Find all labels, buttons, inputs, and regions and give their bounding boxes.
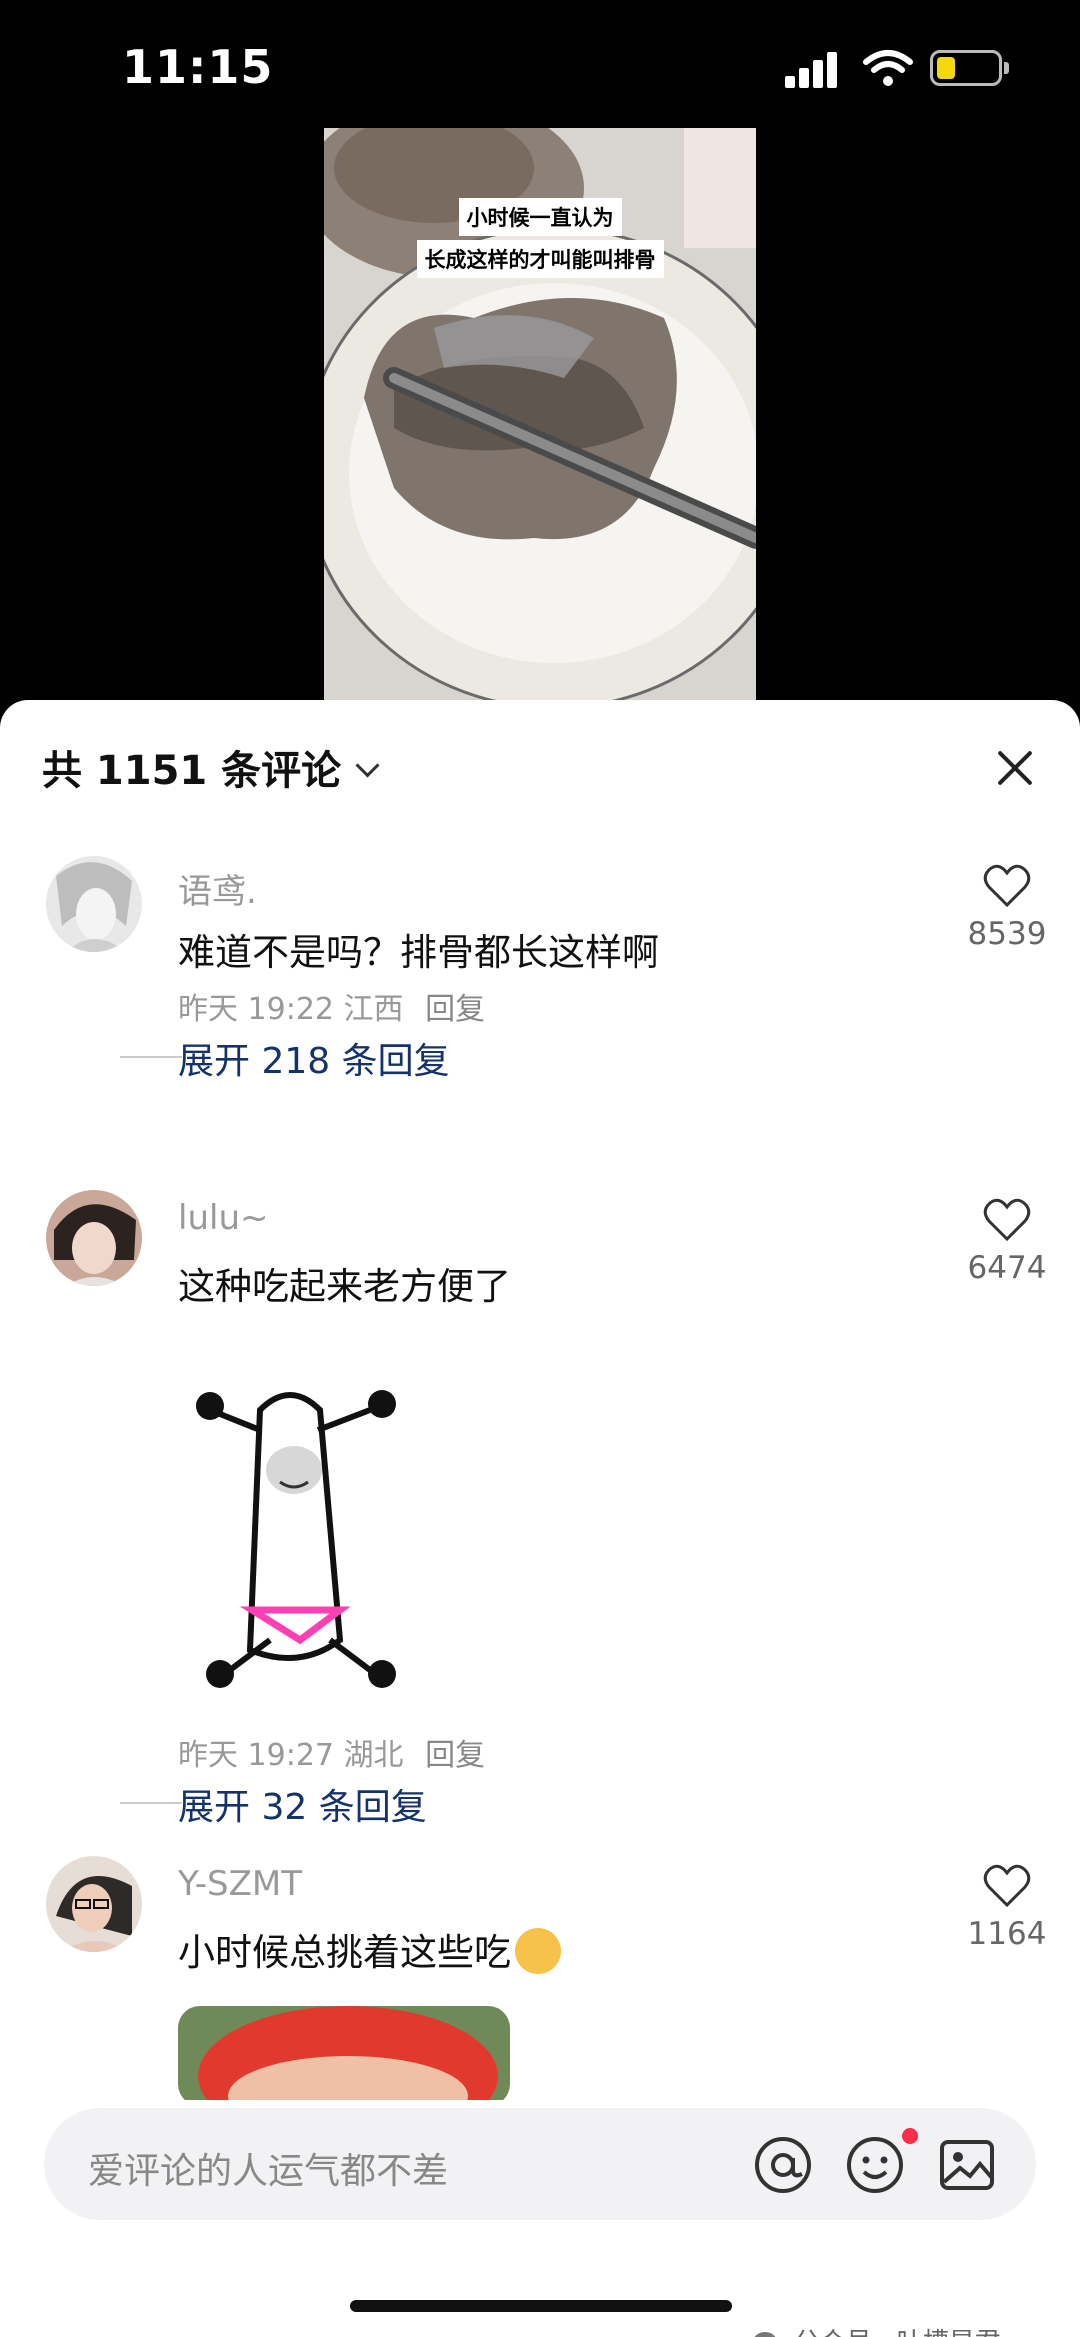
watermark-text: 公众号 · 吐槽星君 — [794, 2328, 1001, 2337]
comment-username[interactable]: Y-SZMT — [178, 1864, 302, 1904]
close-button[interactable] — [988, 740, 1044, 796]
video-preview[interactable]: 小时候一直认为 长成这样的才叫能叫排骨 — [324, 128, 756, 703]
like-count: 6474 — [967, 1250, 1047, 1286]
mention-icon[interactable] — [752, 2134, 814, 2196]
comment-username[interactable]: lulu~ — [178, 1198, 268, 1238]
avatar[interactable] — [46, 1856, 142, 1952]
notification-dot — [902, 2128, 918, 2144]
expand-replies-label: 展开 218 条回复 — [178, 1041, 450, 1082]
comment-count-dropdown[interactable]: 共 1151 条评论 — [42, 738, 380, 796]
avatar[interactable] — [46, 856, 142, 952]
comment-sheet: 共 1151 条评论 语鸢. 难道不是吗？排骨都长这样啊 昨天 19:22 江西… — [0, 700, 1080, 2337]
battery-icon — [930, 50, 1009, 86]
emoji-icon[interactable] — [844, 2134, 906, 2196]
heart-icon — [983, 1864, 1031, 1908]
comment-meta: 昨天 19:22 江西 回复 — [178, 984, 485, 1028]
like-button[interactable]: 6474 — [952, 1198, 1062, 1286]
image-icon[interactable] — [936, 2134, 998, 2196]
comment-time: 昨天 19:27 — [178, 1738, 334, 1773]
comment-text: 这种吃起来老方便了 — [178, 1265, 511, 1308]
heart-icon — [983, 864, 1031, 908]
comment-text: 小时候总挑着这些吃 — [178, 1922, 561, 1978]
expand-replies-button[interactable]: 展开 32 条回复 — [120, 1778, 427, 1830]
avatar-image — [46, 856, 142, 952]
like-count: 1164 — [967, 1916, 1047, 1952]
comment-location: 江西 — [343, 992, 404, 1027]
comment-location: 湖北 — [343, 1738, 404, 1773]
expand-replies-label: 展开 32 条回复 — [178, 1787, 427, 1828]
cellular-signal-icon — [785, 52, 843, 88]
watermark: 公众号 · 吐槽星君 — [752, 2322, 1001, 2337]
status-bar: 11:15 — [0, 0, 1080, 130]
sticker-image[interactable] — [190, 1370, 500, 1700]
like-count: 8539 — [967, 916, 1047, 952]
sticker-image[interactable] — [178, 2006, 510, 2106]
avatar-image — [46, 1190, 142, 1286]
comment-text: 难道不是吗？排骨都长这样啊 — [178, 931, 659, 974]
heart-icon — [983, 1198, 1031, 1242]
video-caption-line2: 长成这样的才叫能叫排骨 — [324, 240, 756, 278]
comment-input-placeholder: 爱评论的人运气都不差 — [88, 2151, 449, 2192]
comment-username[interactable]: 语鸢. — [178, 864, 257, 913]
home-indicator — [350, 2300, 732, 2312]
video-caption-line1: 小时候一直认为 — [324, 198, 756, 236]
status-time: 11:15 — [122, 40, 274, 94]
comment-count-title: 共 1151 条评论 — [42, 748, 342, 794]
wechat-icon — [754, 2331, 776, 2337]
like-button[interactable]: 1164 — [952, 1864, 1062, 1952]
grinning-emoji-icon — [515, 1927, 561, 1974]
expand-replies-button[interactable]: 展开 218 条回复 — [120, 1032, 450, 1084]
reply-button[interactable]: 回复 — [425, 1738, 485, 1773]
comment-input[interactable]: 爱评论的人运气都不差 — [44, 2108, 1036, 2220]
like-button[interactable]: 8539 — [952, 864, 1062, 952]
reply-button[interactable]: 回复 — [425, 992, 485, 1027]
comment-time: 昨天 19:22 — [178, 992, 334, 1027]
chevron-down-icon — [355, 753, 380, 778]
avatar[interactable] — [46, 1190, 142, 1286]
avatar-image — [46, 1856, 142, 1952]
wifi-icon — [863, 50, 913, 86]
comment-meta: 昨天 19:27 湖北 回复 — [178, 1730, 485, 1774]
